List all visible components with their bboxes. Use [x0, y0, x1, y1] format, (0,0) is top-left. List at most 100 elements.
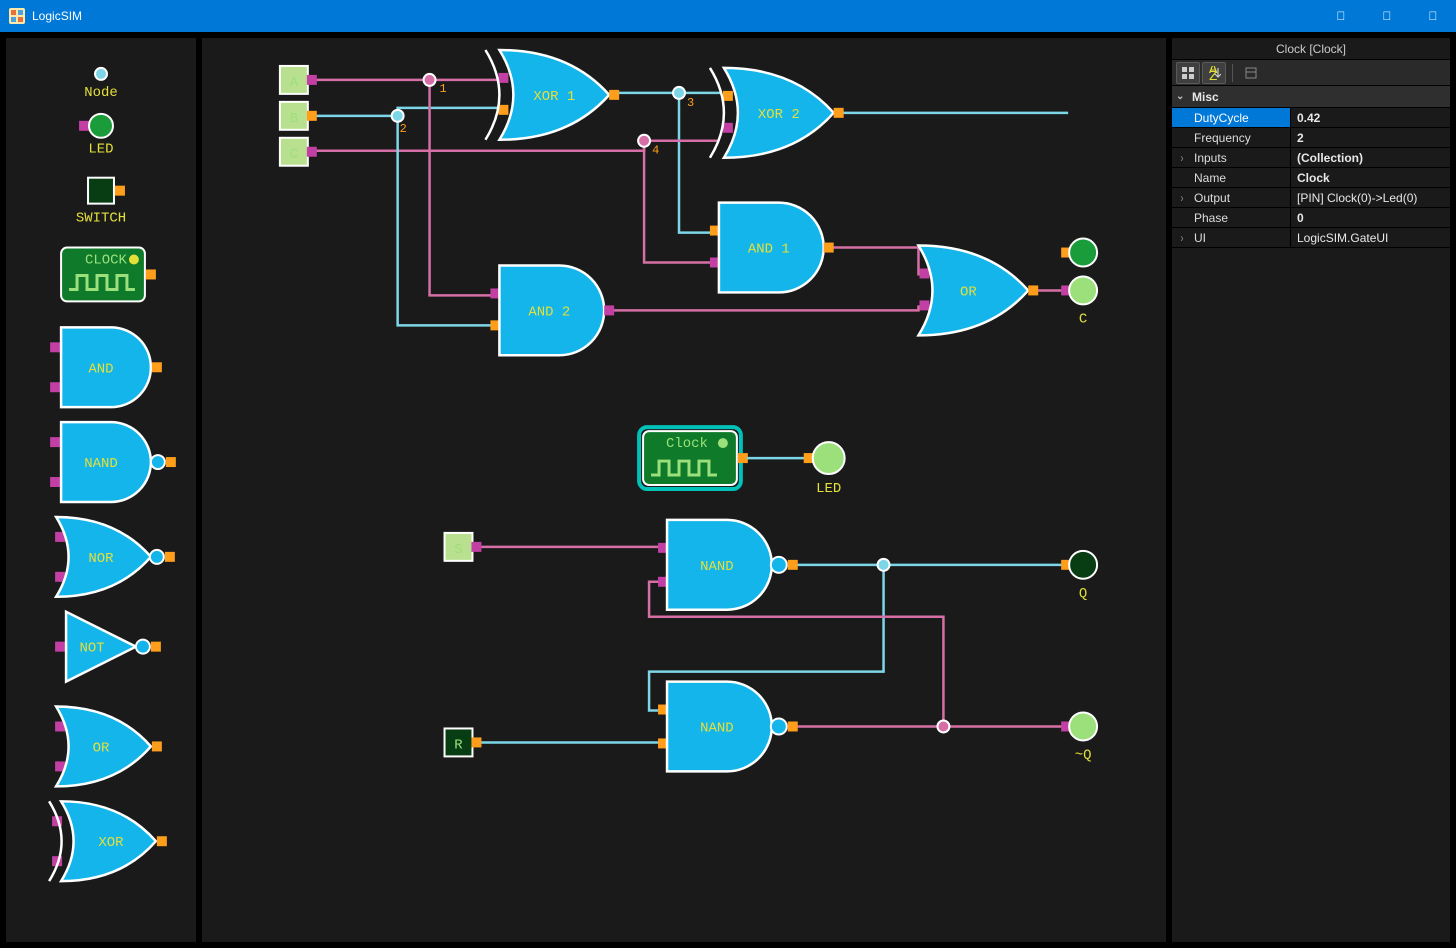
canvas-gate-and2[interactable]: AND 2: [490, 265, 614, 355]
palette-item-or[interactable]: OR: [55, 707, 162, 787]
canvas-gate-xor2[interactable]: XOR 2: [710, 68, 844, 158]
svg-text:XOR 1: XOR 1: [533, 89, 575, 105]
window-controls:   : [1318, 0, 1456, 32]
canvas-gate-nand-top[interactable]: NAND: [658, 520, 798, 610]
palette-item-and[interactable]: AND: [50, 327, 162, 407]
svg-text:C: C: [290, 147, 298, 163]
canvas-clock[interactable]: Clock: [639, 427, 748, 489]
app-icon: [8, 7, 26, 25]
svg-text:NAND: NAND: [700, 559, 734, 575]
property-value[interactable]: 2: [1290, 128, 1450, 147]
property-value[interactable]: (Collection): [1290, 148, 1450, 167]
canvas-gate-and1[interactable]: AND 1: [710, 203, 834, 293]
canvas-node-3[interactable]: 3: [673, 87, 694, 110]
property-pages-button[interactable]: [1239, 62, 1263, 84]
svg-text:XOR: XOR: [98, 835, 124, 851]
svg-text:Node: Node: [84, 85, 118, 101]
svg-text:1: 1: [440, 82, 447, 96]
workspace: Node LED SWITCH CLOCK AND NAND: [6, 38, 1450, 942]
svg-text:XOR 2: XOR 2: [758, 107, 800, 123]
property-panel: Clock [Clock] AZ ⌄ Misc DutyCycle0.42Fre…: [1172, 38, 1450, 942]
canvas-led-C[interactable]: C: [1061, 276, 1097, 327]
component-palette: Node LED SWITCH CLOCK AND NAND: [6, 38, 196, 942]
property-key: Frequency: [1172, 128, 1290, 147]
property-value[interactable]: [PIN] Clock(0)->Led(0): [1290, 188, 1450, 207]
svg-text:NAND: NAND: [84, 456, 118, 472]
canvas-switch-R[interactable]: R: [445, 728, 482, 756]
canvas-node-q[interactable]: [878, 559, 890, 571]
property-row-phase[interactable]: Phase0: [1172, 208, 1450, 228]
svg-text:AND 2: AND 2: [528, 304, 570, 320]
palette-item-switch[interactable]: SWITCH: [76, 178, 126, 227]
property-key: Inputs: [1172, 148, 1290, 167]
property-key: DutyCycle: [1172, 108, 1290, 127]
palette-item-node[interactable]: Node: [84, 68, 118, 101]
sort-button[interactable]: AZ: [1202, 62, 1226, 84]
svg-text:A: A: [290, 75, 299, 91]
property-category-label: Misc: [1192, 90, 1219, 104]
svg-text:SWITCH: SWITCH: [76, 211, 126, 227]
property-key: Phase: [1172, 208, 1290, 227]
svg-text:2: 2: [400, 122, 407, 136]
circuit-canvas[interactable]: A B C 1 2 3 4 XOR 1 XOR: [202, 38, 1166, 942]
property-row-ui[interactable]: UILogicSIM.GateUI: [1172, 228, 1450, 248]
svg-text:LED: LED: [816, 481, 841, 497]
client-area: Node LED SWITCH CLOCK AND NAND: [0, 32, 1456, 948]
property-key: UI: [1172, 228, 1290, 247]
svg-text:Clock: Clock: [666, 436, 708, 452]
property-row-inputs[interactable]: Inputs(Collection): [1172, 148, 1450, 168]
property-key: Output: [1172, 188, 1290, 207]
palette-item-clock[interactable]: CLOCK: [61, 248, 156, 302]
property-row-output[interactable]: Output[PIN] Clock(0)->Led(0): [1172, 188, 1450, 208]
svg-text:Q: Q: [1079, 586, 1087, 602]
svg-text:CLOCK: CLOCK: [85, 253, 127, 269]
palette-item-nand[interactable]: NAND: [50, 422, 176, 502]
canvas-gate-xor1[interactable]: XOR 1: [485, 50, 619, 140]
titlebar[interactable]: LogicSIM   : [0, 0, 1456, 32]
svg-text:NAND: NAND: [700, 720, 734, 736]
property-value[interactable]: 0: [1290, 208, 1450, 227]
categorize-button[interactable]: [1176, 62, 1200, 84]
canvas-node-2[interactable]: 2: [392, 110, 407, 136]
svg-text:NOT: NOT: [79, 641, 104, 657]
palette-item-not[interactable]: NOT: [55, 612, 161, 682]
svg-text:~Q: ~Q: [1075, 747, 1092, 763]
canvas-gate-nand-bot[interactable]: NAND: [658, 682, 798, 772]
canvas-led-notQ[interactable]: ~Q: [1061, 713, 1097, 764]
palette-item-xor[interactable]: XOR: [49, 801, 167, 881]
svg-text:OR: OR: [93, 740, 110, 756]
minimize-button[interactable]: : [1318, 0, 1364, 32]
svg-text:S: S: [454, 542, 462, 558]
property-category[interactable]: ⌄ Misc: [1172, 86, 1450, 108]
svg-text:NOR: NOR: [88, 551, 114, 567]
property-row-name[interactable]: NameClock: [1172, 168, 1450, 188]
canvas-gate-or[interactable]: OR: [918, 246, 1038, 336]
property-toolbar: AZ: [1172, 60, 1450, 86]
svg-text:3: 3: [687, 96, 694, 110]
property-row-dutycycle[interactable]: DutyCycle0.42: [1172, 108, 1450, 128]
property-key: Name: [1172, 168, 1290, 187]
property-value[interactable]: Clock: [1290, 168, 1450, 187]
svg-text:OR: OR: [960, 284, 977, 300]
maximize-button[interactable]: : [1364, 0, 1410, 32]
canvas-switch-B[interactable]: B: [280, 102, 317, 130]
property-value[interactable]: LogicSIM.GateUI: [1290, 228, 1450, 247]
canvas-led-clock[interactable]: LED: [804, 442, 845, 497]
svg-text:4: 4: [652, 144, 659, 158]
canvas-switch-S[interactable]: S: [445, 533, 482, 561]
canvas-node-1[interactable]: 1: [424, 74, 447, 96]
canvas-switch-A[interactable]: A: [280, 66, 317, 94]
palette-item-nor[interactable]: NOR: [55, 517, 175, 597]
canvas-switch-C[interactable]: C: [280, 138, 317, 166]
canvas-node-4[interactable]: 4: [638, 135, 659, 158]
canvas-led-Q[interactable]: Q: [1061, 551, 1097, 602]
canvas-node-nq[interactable]: [937, 720, 949, 732]
svg-text:AND 1: AND 1: [748, 242, 790, 258]
svg-text:R: R: [454, 737, 463, 753]
app-title: LogicSIM: [32, 9, 82, 23]
property-row-frequency[interactable]: Frequency2: [1172, 128, 1450, 148]
property-value[interactable]: 0.42: [1290, 108, 1450, 127]
close-button[interactable]: : [1410, 0, 1456, 32]
svg-text:B: B: [290, 111, 298, 127]
palette-item-led[interactable]: LED: [79, 114, 114, 158]
